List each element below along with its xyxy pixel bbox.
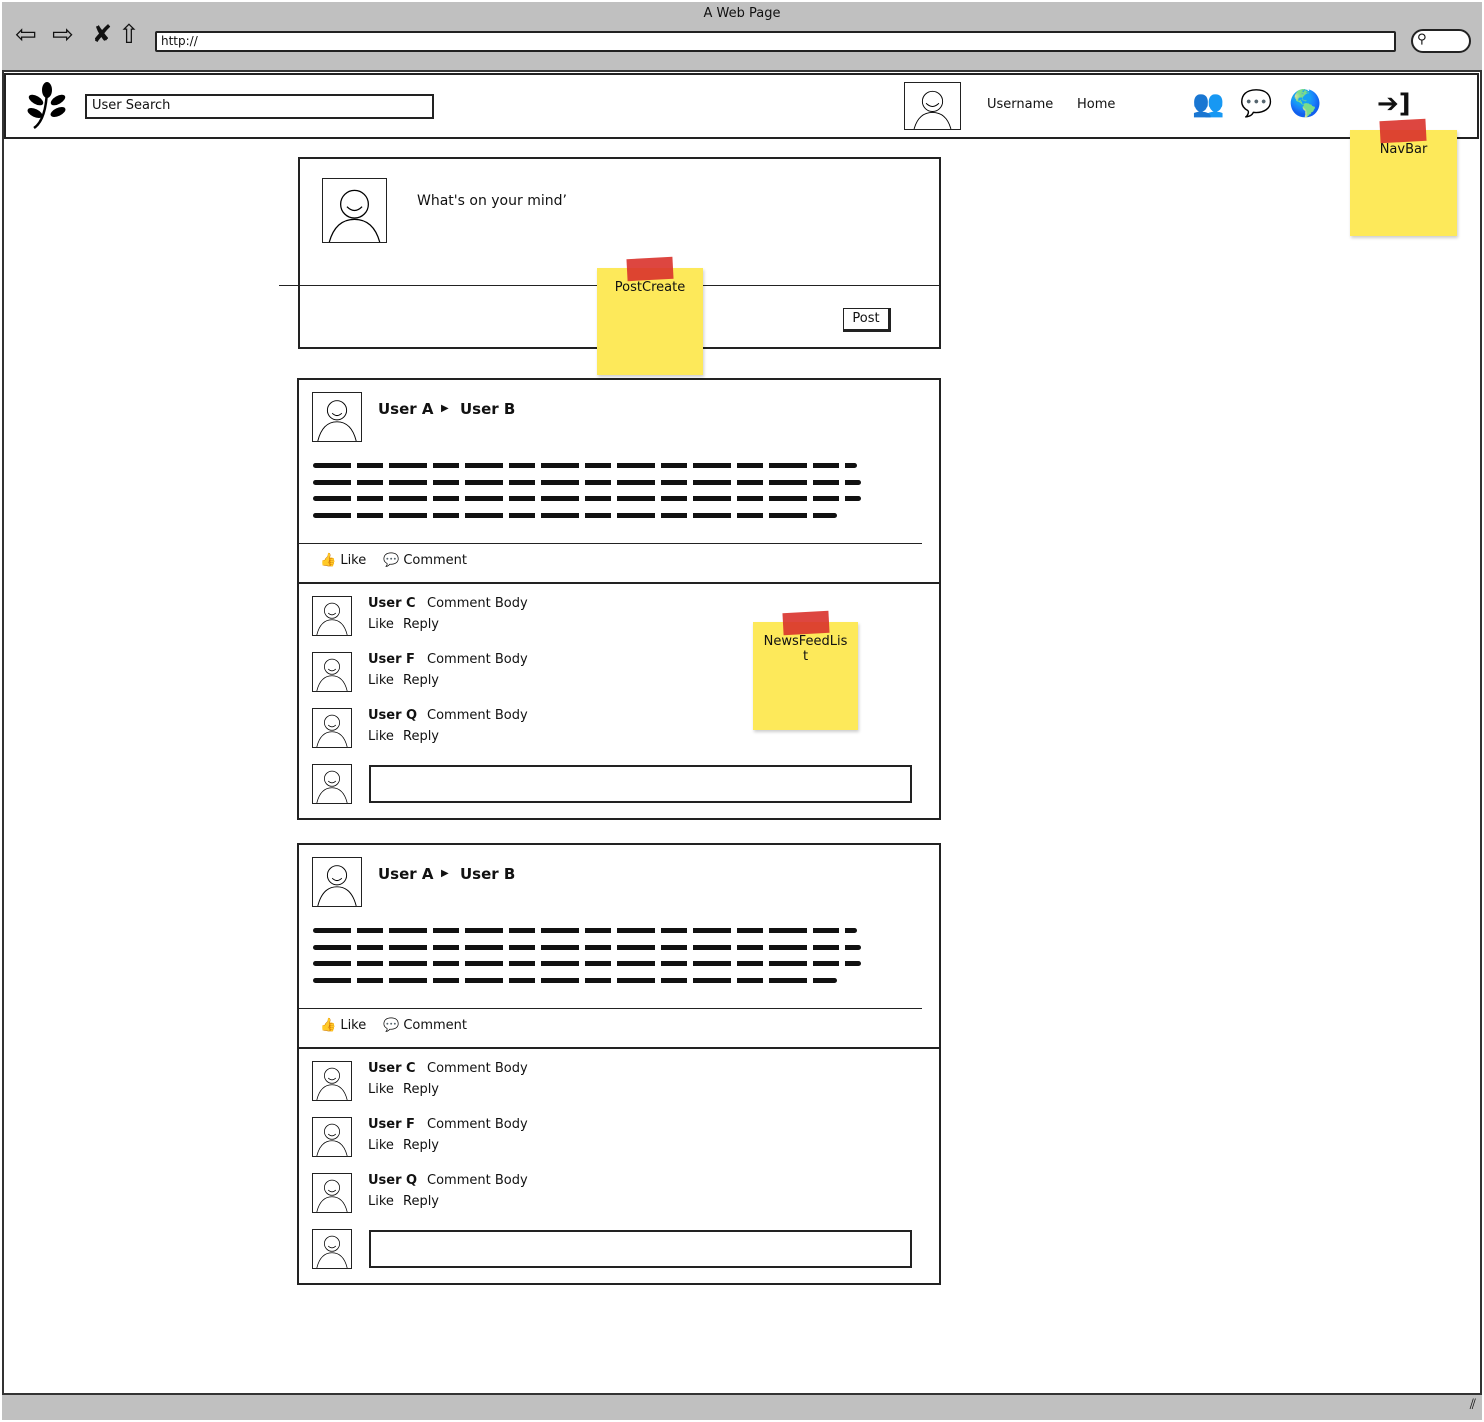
arrow-right-icon: ▶ (441, 868, 449, 879)
post-body-text (313, 463, 857, 468)
comment-button[interactable]: 💬 Comment (383, 1018, 467, 1033)
comment-body: Comment Body (427, 1173, 528, 1188)
comment-body: Comment Body (427, 708, 528, 723)
sticky-label: NewsFeedList (763, 634, 848, 664)
post-body-text (313, 945, 861, 950)
logo-leaf-icon[interactable] (26, 80, 68, 130)
post-author-avatar[interactable] (312, 857, 362, 907)
comment-user[interactable]: User C (368, 596, 416, 611)
like-button[interactable]: 👍 Like (320, 553, 366, 568)
comment-user[interactable]: User F (368, 1117, 415, 1132)
window-title: A Web Page (703, 6, 781, 21)
comment-user[interactable]: User F (368, 652, 415, 667)
comment-reply-link[interactable]: Reply (403, 729, 439, 744)
comment-label: Comment (403, 553, 468, 568)
sticky-label: PostCreate (614, 280, 686, 295)
post-body-text (313, 480, 861, 485)
comment-user[interactable]: User C (368, 1061, 416, 1076)
comment-reply-link[interactable]: Reply (403, 1082, 439, 1097)
sticky-label: NavBar (1379, 142, 1428, 157)
sticky-note-news-feed: NewsFeedList (753, 610, 858, 730)
sign-in-icon[interactable]: ➔] (1377, 91, 1411, 117)
post-author[interactable]: User A (378, 400, 434, 418)
tape (1379, 118, 1427, 144)
username-link[interactable]: Username (987, 97, 1053, 112)
comment-avatar[interactable] (312, 708, 352, 748)
comment-body: Comment Body (427, 1117, 528, 1132)
home-icon[interactable]: ⇧ (118, 22, 140, 48)
comment-reply-link[interactable]: Reply (403, 1194, 439, 1209)
comment-input-avatar (312, 764, 352, 804)
post-target[interactable]: User B (460, 865, 515, 883)
divider (298, 543, 922, 544)
comment-avatar[interactable] (312, 652, 352, 692)
speech-bubble-icon: 💬 (383, 553, 400, 568)
comment-input[interactable] (369, 765, 912, 803)
comment-reply-link[interactable]: Reply (403, 1138, 439, 1153)
post-author[interactable]: User A (378, 865, 434, 883)
comment-avatar[interactable] (312, 1117, 352, 1157)
comment-input[interactable] (369, 1230, 912, 1268)
post-body-text (313, 513, 837, 518)
comment-like-link[interactable]: Like (368, 1194, 394, 1209)
sticky-note-navbar: NavBar (1350, 118, 1457, 236)
post-body-text (313, 496, 861, 501)
post-author-avatar[interactable] (312, 392, 362, 442)
back-icon[interactable]: ⇦ (15, 22, 37, 48)
thumbs-up-icon: 👍 (320, 1018, 337, 1033)
sticky-note-post-create: PostCreate (597, 256, 703, 375)
comment-like-link[interactable]: Like (368, 729, 394, 744)
comment-button[interactable]: 💬 Comment (383, 553, 467, 568)
comment-user[interactable]: User Q (368, 1173, 417, 1188)
comment-reply-link[interactable]: Reply (403, 673, 439, 688)
post-body-text (313, 961, 861, 966)
comment-avatar[interactable] (312, 596, 352, 636)
comment-body: Comment Body (427, 1061, 528, 1076)
divider (298, 1008, 922, 1009)
comment-avatar[interactable] (312, 1173, 352, 1213)
resize-grip-icon[interactable]: ⫽ (1470, 1397, 1476, 1413)
comment-avatar[interactable] (312, 1061, 352, 1101)
comment-body: Comment Body (427, 596, 528, 611)
messages-icon[interactable]: 💬 (1240, 91, 1272, 117)
search-icon: ⚲ (1417, 32, 1427, 47)
comment-like-link[interactable]: Like (368, 673, 394, 688)
like-label: Like (340, 1018, 367, 1033)
comment-body: Comment Body (427, 652, 528, 667)
post-body-text (313, 928, 857, 933)
forward-icon[interactable]: ⇨ (52, 22, 74, 48)
home-link[interactable]: Home (1077, 97, 1115, 112)
comment-reply-link[interactable]: Reply (403, 617, 439, 632)
divider (298, 582, 940, 584)
comment-input-avatar (312, 1229, 352, 1269)
friends-icon[interactable]: 👥 (1192, 91, 1224, 117)
user-search-input[interactable]: User Search (85, 94, 434, 119)
divider (298, 1047, 940, 1049)
comment-like-link[interactable]: Like (368, 1082, 394, 1097)
post-target[interactable]: User B (460, 400, 515, 418)
user-avatar[interactable] (904, 82, 961, 130)
post-button[interactable]: Post (843, 308, 891, 332)
like-button[interactable]: 👍 Like (320, 1018, 366, 1033)
comment-label: Comment (403, 1018, 468, 1033)
comment-like-link[interactable]: Like (368, 617, 394, 632)
globe-icon[interactable]: 🌎 (1289, 91, 1321, 117)
status-bar: ⫽ (2, 1393, 1482, 1420)
tape (782, 610, 830, 636)
close-icon[interactable]: ✘ (92, 22, 112, 46)
comment-user[interactable]: User Q (368, 708, 417, 723)
post-create-input[interactable]: What's on your mind’ (417, 193, 567, 209)
arrow-right-icon: ▶ (441, 403, 449, 414)
speech-bubble-icon: 💬 (383, 1018, 400, 1033)
post-body-text (313, 978, 837, 983)
comment-like-link[interactable]: Like (368, 1138, 394, 1153)
tape (626, 256, 674, 282)
like-label: Like (340, 553, 367, 568)
browser-search[interactable]: ⚲ (1411, 29, 1471, 53)
post-create-avatar (322, 178, 387, 243)
url-bar[interactable]: http:// (155, 31, 1396, 52)
thumbs-up-icon: 👍 (320, 553, 337, 568)
